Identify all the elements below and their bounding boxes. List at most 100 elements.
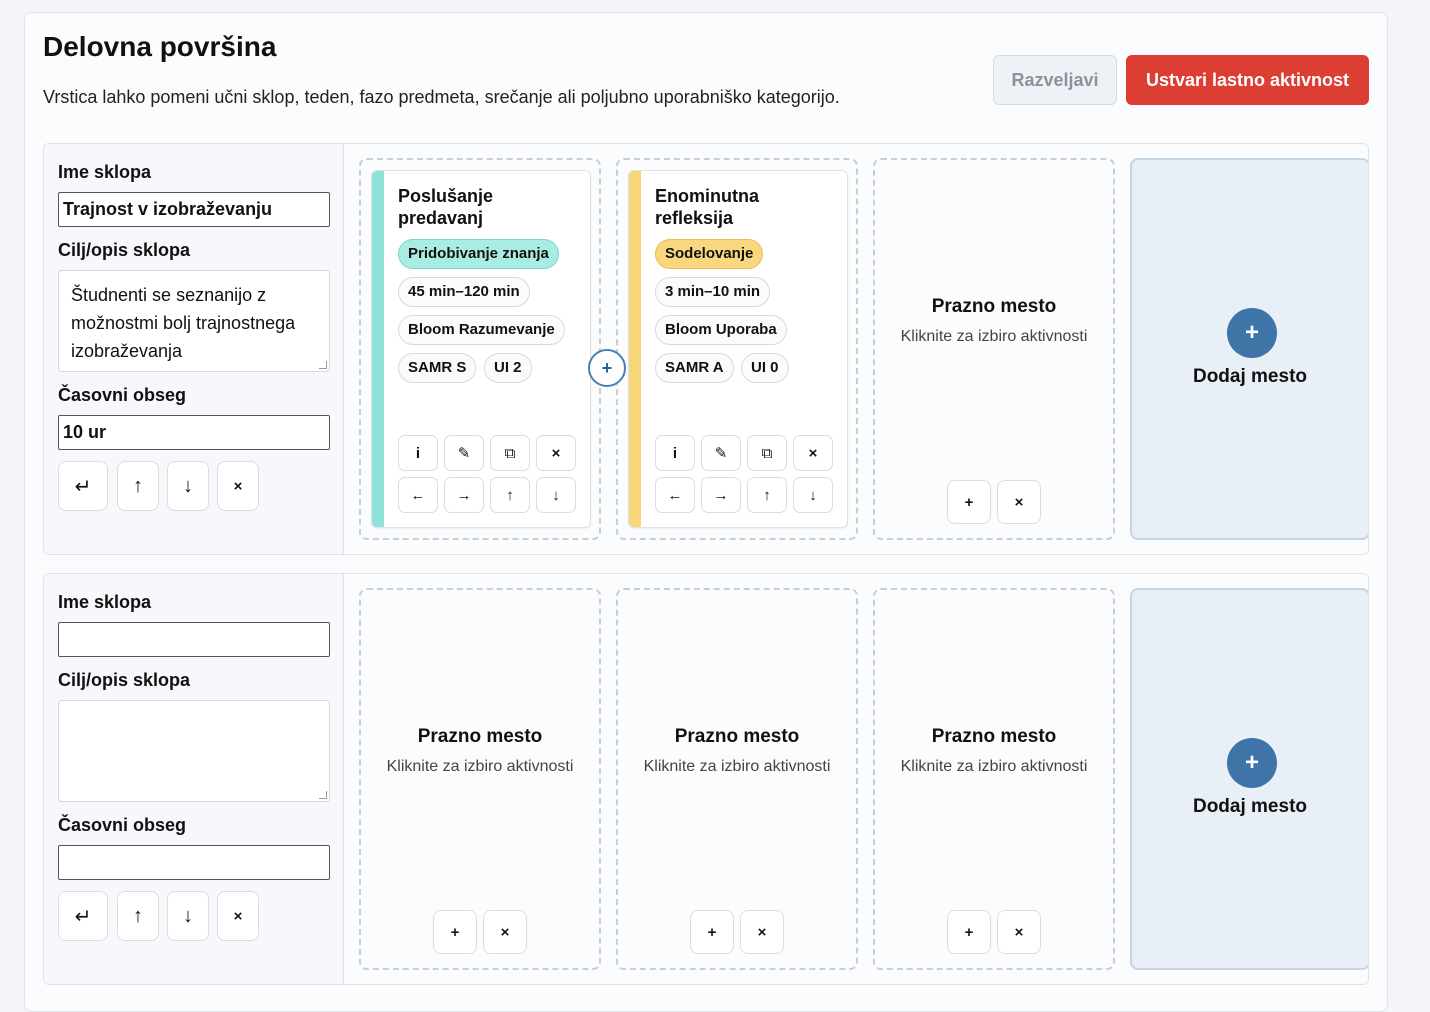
empty-slot[interactable]: Prazno mesto Kliknite za izbiro aktivnos… — [359, 588, 601, 970]
time-span-input[interactable] — [58, 845, 330, 880]
remove-slot-button[interactable]: × — [997, 480, 1041, 524]
empty-slot[interactable]: Prazno mesto Kliknite za izbiro aktivnos… — [873, 158, 1115, 540]
page-subtitle: Vrstica lahko pomeni učni sklop, teden, … — [43, 87, 840, 107]
time-span-label: Časovni obseg — [58, 815, 187, 835]
empty-slot-title: Prazno mesto — [931, 296, 1057, 317]
empty-slot-hint: Kliknite za izbiro aktivnosti — [386, 758, 574, 775]
bloom-badge: Bloom Uporaba — [655, 315, 787, 345]
empty-slot-title: Prazno mesto — [674, 726, 800, 747]
unit-sidebar: Ime sklopa Cilj/opis sklopa Študnenti se… — [44, 144, 344, 554]
empty-slot[interactable]: Prazno mesto Kliknite za izbiro aktivnos… — [873, 588, 1115, 970]
activity-card[interactable]: Poslušanje predavanj Pridobivanje znanja… — [371, 170, 591, 528]
arrow-down-icon: ↓ — [809, 486, 817, 504]
edit-button[interactable]: ✎ — [444, 435, 484, 471]
close-icon: × — [233, 477, 243, 495]
unit-sidebar: Ime sklopa Cilj/opis sklopa Časovni obse… — [44, 574, 344, 984]
add-slot-label: Dodaj mesto — [1192, 796, 1308, 817]
empty-slot-title: Prazno mesto — [417, 726, 543, 747]
unit-name-label: Ime sklopa — [58, 592, 152, 612]
unit-goal-label: Cilj/opis sklopa — [58, 670, 191, 690]
info-button[interactable]: i — [655, 435, 695, 471]
delete-row-button[interactable]: × — [217, 891, 259, 941]
unit-goal-textarea[interactable] — [58, 700, 330, 802]
delete-row-button[interactable]: × — [217, 461, 259, 511]
arrow-down-icon: ↓ — [183, 904, 193, 927]
close-icon: × — [1014, 923, 1024, 941]
move-up-button[interactable]: ↑ — [490, 477, 530, 513]
remove-slot-button[interactable]: × — [740, 910, 784, 954]
samr-badge: SAMR S — [398, 353, 477, 383]
arrow-up-icon: ↑ — [763, 486, 771, 504]
unit-name-input[interactable] — [58, 192, 330, 227]
arrow-up-icon: ↑ — [506, 486, 514, 504]
arrow-down-icon: ↓ — [552, 486, 560, 504]
page-title: Delovna površina — [43, 31, 277, 62]
add-activity-button[interactable]: + — [947, 910, 991, 954]
time-span-input[interactable] — [58, 415, 330, 450]
move-up-button[interactable]: ↑ — [747, 477, 787, 513]
duplicate-button[interactable]: ⧉ — [747, 435, 787, 471]
add-activity-button[interactable]: + — [690, 910, 734, 954]
activity-slot[interactable]: Poslušanje predavanj Pridobivanje znanja… — [359, 158, 601, 540]
move-down-button[interactable]: ↓ — [536, 477, 576, 513]
empty-slot[interactable]: Prazno mesto Kliknite za izbiro aktivnos… — [616, 588, 858, 970]
plus-icon: + — [964, 923, 974, 941]
add-activity-button[interactable]: + — [947, 480, 991, 524]
unit-name-label: Ime sklopa — [58, 162, 152, 182]
plus-icon: + — [601, 357, 613, 378]
activity-title: Poslušanje predavanj — [398, 186, 494, 228]
info-button[interactable]: i — [398, 435, 438, 471]
category-badge: Sodelovanje — [655, 239, 764, 269]
enter-icon: ↵ — [74, 475, 92, 498]
move-up-button[interactable]: ↑ — [117, 891, 159, 941]
bloom-badge: Bloom Razumevanje — [398, 315, 565, 345]
move-left-button[interactable]: ← — [655, 477, 695, 513]
resize-grip-icon[interactable] — [319, 361, 327, 369]
arrow-up-icon: ↑ — [133, 904, 143, 927]
remove-slot-button[interactable]: × — [483, 910, 527, 954]
plus-icon: + — [707, 923, 717, 941]
close-icon: × — [233, 907, 243, 925]
remove-activity-button[interactable]: × — [536, 435, 576, 471]
move-left-button[interactable]: ← — [398, 477, 438, 513]
remove-activity-button[interactable]: × — [793, 435, 833, 471]
empty-slot-title: Prazno mesto — [931, 726, 1057, 747]
move-up-button[interactable]: ↑ — [117, 461, 159, 511]
activity-slot[interactable]: Enominutna refleksija Sodelovanje 3 min–… — [616, 158, 858, 540]
close-icon: × — [1014, 493, 1024, 511]
edit-button[interactable]: ✎ — [701, 435, 741, 471]
activity-title: Enominutna refleksija — [655, 186, 759, 228]
activity-card[interactable]: Enominutna refleksija Sodelovanje 3 min–… — [628, 170, 848, 528]
arrow-left-icon: ← — [410, 486, 426, 504]
move-down-button[interactable]: ↓ — [167, 891, 209, 941]
add-slot-button[interactable]: + Dodaj mesto — [1130, 158, 1368, 540]
unit-goal-textarea[interactable]: Študnenti se seznanijo z možnostmi bolj … — [58, 270, 330, 372]
arrow-up-icon: ↑ — [133, 474, 143, 497]
duplicate-button[interactable]: ⧉ — [490, 435, 530, 471]
workspace-panel: Delovna površina Vrstica lahko pomeni uč… — [24, 12, 1388, 1012]
enter-button[interactable]: ↵ — [58, 891, 108, 941]
enter-icon: ↵ — [74, 905, 92, 928]
empty-slot-hint: Kliknite za izbiro aktivnosti — [643, 758, 831, 775]
move-right-button[interactable]: → — [444, 477, 484, 513]
pencil-icon: ✎ — [457, 445, 471, 462]
category-badge: Pridobivanje znanja — [398, 239, 559, 269]
unit-name-input[interactable] — [58, 622, 330, 657]
move-down-button[interactable]: ↓ — [793, 477, 833, 513]
create-activity-button[interactable]: Ustvari lastno aktivnost — [1126, 55, 1369, 105]
plus-icon: + — [1227, 738, 1277, 788]
unit-goal-label: Cilj/opis sklopa — [58, 240, 191, 260]
add-activity-button[interactable]: + — [433, 910, 477, 954]
undo-button[interactable]: Razveljavi — [993, 55, 1117, 105]
move-right-button[interactable]: → — [701, 477, 741, 513]
resize-grip-icon[interactable] — [319, 791, 327, 799]
enter-button[interactable]: ↵ — [58, 461, 108, 511]
add-slot-button[interactable]: + Dodaj mesto — [1130, 588, 1368, 970]
plus-icon: + — [964, 493, 974, 511]
plus-icon: + — [450, 923, 460, 941]
move-down-button[interactable]: ↓ — [167, 461, 209, 511]
info-icon: i — [672, 444, 678, 462]
add-slot-label: Dodaj mesto — [1192, 366, 1308, 387]
remove-slot-button[interactable]: × — [997, 910, 1041, 954]
insert-between-button[interactable]: + — [588, 349, 626, 387]
